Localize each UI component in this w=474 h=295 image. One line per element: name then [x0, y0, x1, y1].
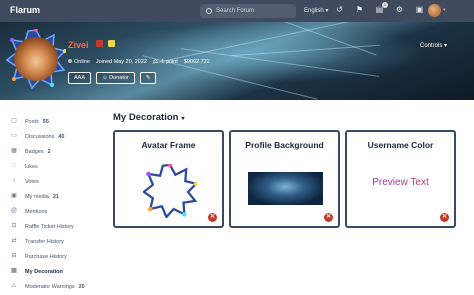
username-color-card[interactable]: Username Color Preview Text ✕	[345, 130, 456, 228]
sidebar-item-warnings[interactable]: ⚠ Moderator Warnings 20	[10, 279, 100, 294]
profile-buttons: AAA ☺ Donator ✎	[68, 72, 157, 84]
language-select[interactable]: English ▾	[304, 7, 328, 14]
pencil-icon: ✎	[145, 75, 151, 81]
avatar-with-frame	[6, 29, 66, 89]
user-menu[interactable]: ▾	[443, 7, 446, 13]
wallet-icon[interactable]: ▣	[415, 5, 424, 14]
transfer-icon: ⇄	[11, 238, 17, 244]
sidebar-item-badges[interactable]: ▦ Badges 2	[10, 144, 100, 159]
forum-brand[interactable]: Flarum	[10, 5, 40, 15]
warning-icon: ⚠	[11, 283, 17, 289]
flag-icon[interactable]: ⚑	[355, 5, 364, 14]
likes-icon: ♡	[11, 163, 17, 169]
chevron-down-icon: ▾	[181, 116, 185, 122]
avatar-frame-preview-icon	[143, 164, 197, 218]
gear-icon[interactable]: ⚙	[395, 5, 404, 14]
search-input[interactable]: Search Forum	[200, 4, 296, 18]
online-status: Online	[68, 59, 90, 65]
sidebar-item-discussions[interactable]: ▭ Discussions 40	[10, 129, 100, 144]
remove-button[interactable]: ✕	[440, 213, 449, 222]
sidebar-item-likes[interactable]: ♡ Likes	[10, 159, 100, 174]
aaa-button[interactable]: AAA	[68, 72, 92, 84]
media-icon: ▣	[11, 193, 17, 199]
remove-button[interactable]: ✕	[324, 213, 333, 222]
purchase-icon: ⊟	[11, 253, 17, 259]
search-placeholder: Search Forum	[216, 8, 255, 14]
posts-icon: ▢	[11, 118, 17, 124]
sidebar-item-media[interactable]: ▣ My media 21	[10, 189, 100, 204]
sidebar-item-purchase[interactable]: ⊟ Purchase History	[10, 249, 100, 264]
user-avatar[interactable]	[428, 4, 441, 17]
points: ⚖ -1 point	[152, 59, 178, 65]
card-title: Avatar Frame	[141, 140, 196, 150]
badge-icon	[108, 40, 115, 47]
mentions-icon: @	[10, 208, 18, 214]
card-title: Profile Background	[245, 140, 324, 150]
avatar-frame-card[interactable]: Avatar Frame ✕	[113, 130, 224, 228]
discussions-icon: ▭	[11, 133, 17, 139]
background-preview	[248, 172, 323, 205]
profile-background-card[interactable]: Profile Background ✕	[229, 130, 340, 228]
top-header: Flarum Search Forum English ▾ ↺ ⚑ ▤ 1 ⚙ ▣…	[0, 0, 474, 22]
profile-sidebar: ▢ Posts 55 ▭ Discussions 40 ▦ Badges 2 ♡ Likes …	[10, 114, 100, 294]
joined-date: Joined May 20, 2022	[95, 59, 147, 65]
history-icon[interactable]: ↺	[335, 5, 344, 14]
sidebar-item-votes[interactable]: ↕ Votes	[10, 174, 100, 189]
page-title[interactable]: My Decoration ▾	[113, 112, 184, 123]
preview-text: Preview Text	[347, 177, 454, 188]
votes-icon: ↕	[12, 178, 16, 184]
profile-hero: Zivei Online Joined May 20, 2022 ⚖ -1 po…	[0, 22, 474, 100]
notification-badge: 1	[382, 2, 388, 8]
remove-button[interactable]: ✕	[208, 213, 217, 222]
money: $9002.722	[183, 59, 210, 65]
sidebar-item-transfer[interactable]: ⇄ Transfer History	[10, 234, 100, 249]
profile-stats: Online Joined May 20, 2022 ⚖ -1 point $9…	[68, 59, 210, 65]
decoration-icon: ▤	[11, 268, 17, 274]
sidebar-item-decoration[interactable]: ▤ My Decoration	[10, 264, 100, 279]
profile-username: Zivei	[68, 40, 89, 50]
sidebar-item-posts[interactable]: ▢ Posts 55	[10, 114, 100, 129]
sidebar-item-raffle[interactable]: ⊡ Raffle Ticket History	[10, 219, 100, 234]
badge-icon	[96, 40, 103, 47]
donator-button[interactable]: ☺ Donator	[96, 72, 135, 84]
sidebar-item-mentions[interactable]: @ Mentions	[10, 204, 100, 219]
card-title: Username Color	[367, 140, 434, 150]
profile-avatar[interactable]	[14, 37, 58, 81]
controls-dropdown[interactable]: Controls ▾	[420, 42, 447, 49]
search-icon	[206, 8, 212, 14]
edit-button[interactable]: ✎	[139, 72, 157, 84]
raffle-icon: ⊡	[11, 223, 17, 229]
inbox-icon[interactable]: ▤ 1	[375, 2, 388, 14]
badges-icon: ▦	[11, 148, 17, 154]
